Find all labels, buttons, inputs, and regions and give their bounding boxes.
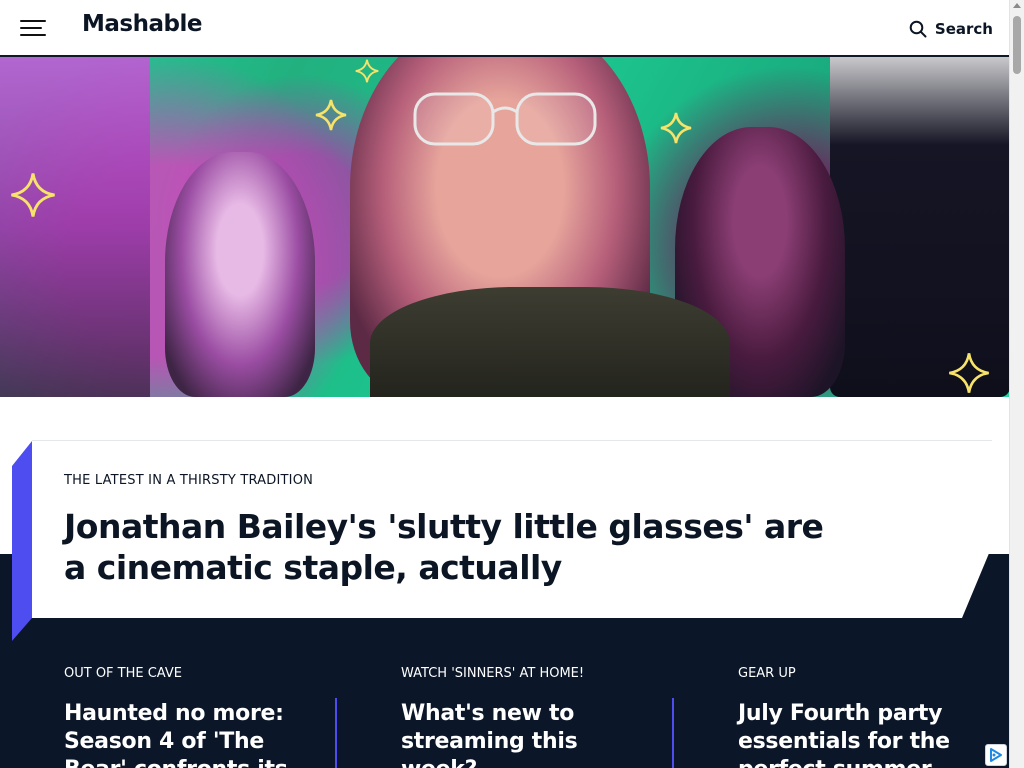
page-scrollbar[interactable] bbox=[1009, 0, 1024, 768]
hamburger-menu-icon[interactable] bbox=[18, 17, 48, 39]
sparkle-icon bbox=[315, 99, 347, 131]
story-kicker[interactable]: OUT OF THE CAVE bbox=[64, 666, 324, 681]
search-icon bbox=[909, 20, 927, 38]
adchoices-icon[interactable] bbox=[985, 744, 1007, 766]
story-kicker[interactable]: GEAR UP bbox=[738, 666, 998, 681]
sparkle-icon bbox=[355, 59, 379, 83]
column-divider bbox=[335, 698, 337, 768]
search-label: Search bbox=[934, 20, 993, 38]
story-card[interactable]: OUT OF THE CAVE Haunted no more: Season … bbox=[64, 666, 324, 768]
hero-figure-glasses-left bbox=[165, 152, 315, 397]
site-logo[interactable]: Mashable bbox=[82, 11, 202, 37]
story-kicker[interactable]: WATCH 'SINNERS' AT HOME! bbox=[401, 666, 661, 681]
adchoices-triangle-icon bbox=[990, 748, 1002, 762]
story-title[interactable]: July Fourth party essentials for the per… bbox=[738, 700, 968, 768]
sparkle-icon bbox=[949, 353, 989, 393]
column-divider bbox=[672, 698, 674, 768]
section-divider bbox=[32, 440, 992, 441]
story-title[interactable]: Haunted no more: Season 4 of 'The Bear' … bbox=[64, 700, 324, 768]
feature-kicker[interactable]: THE LATEST IN A THIRSTY TRADITION bbox=[64, 473, 313, 488]
hero-image[interactable] bbox=[0, 57, 1009, 397]
glasses-icon bbox=[413, 92, 597, 146]
sparkle-icon bbox=[660, 112, 692, 144]
scroll-up-arrow-icon[interactable] bbox=[1013, 3, 1021, 8]
hero-left-figure bbox=[0, 57, 150, 397]
site-header: Mashable Search bbox=[0, 0, 1009, 57]
story-card[interactable]: WATCH 'SINNERS' AT HOME! What's new to s… bbox=[401, 666, 661, 768]
hero-figure-center-jacket bbox=[370, 287, 730, 397]
feature-headline[interactable]: Jonathan Bailey's 'slutty little glasses… bbox=[64, 506, 824, 588]
story-title[interactable]: What's new to streaming this week? bbox=[401, 700, 601, 768]
scrollbar-thumb[interactable] bbox=[1013, 16, 1021, 74]
hero-right-figure bbox=[830, 57, 1009, 397]
search-button[interactable]: Search bbox=[909, 16, 993, 42]
feature-accent-bar bbox=[12, 441, 32, 641]
sparkle-icon bbox=[11, 173, 55, 217]
story-card[interactable]: GEAR UP July Fourth party essentials for… bbox=[738, 666, 998, 768]
